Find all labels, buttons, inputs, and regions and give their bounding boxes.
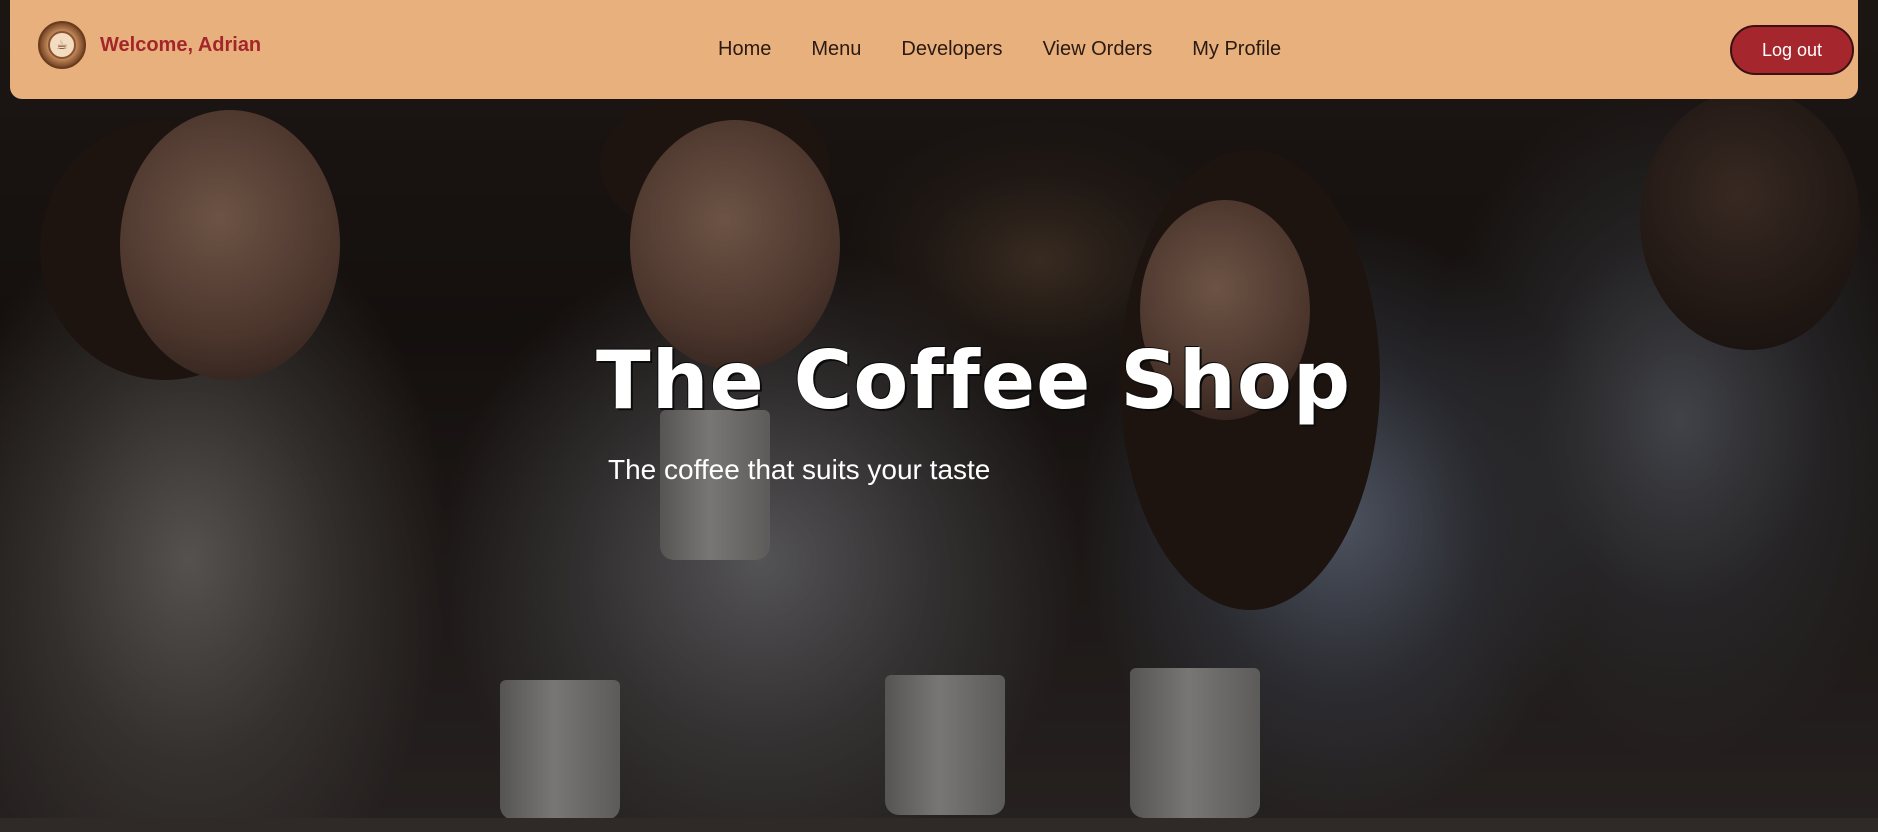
coffee-cup-icon: ☕ [48,31,76,59]
hero-title: The Coffee Shop [596,334,1352,427]
nav-link-home[interactable]: Home [718,38,771,61]
nav-link-view-orders[interactable]: View Orders [1043,38,1153,61]
coffee-shop-logo-icon[interactable]: ☕ [38,21,86,69]
nav-link-my-profile[interactable]: My Profile [1192,38,1281,61]
nav-links: Home Menu Developers View Orders My Prof… [718,38,1321,61]
welcome-text: Welcome, Adrian [100,33,262,56]
hero-subtitle: The coffee that suits your taste [608,454,991,485]
logout-button[interactable]: Log out [1730,25,1854,75]
nav-link-menu[interactable]: Menu [811,38,861,61]
top-navbar: ☕ Welcome, Adrian Home Menu Developers V… [10,0,1858,99]
brand: ☕ Welcome, Adrian [38,21,261,69]
nav-link-developers[interactable]: Developers [901,38,1002,61]
